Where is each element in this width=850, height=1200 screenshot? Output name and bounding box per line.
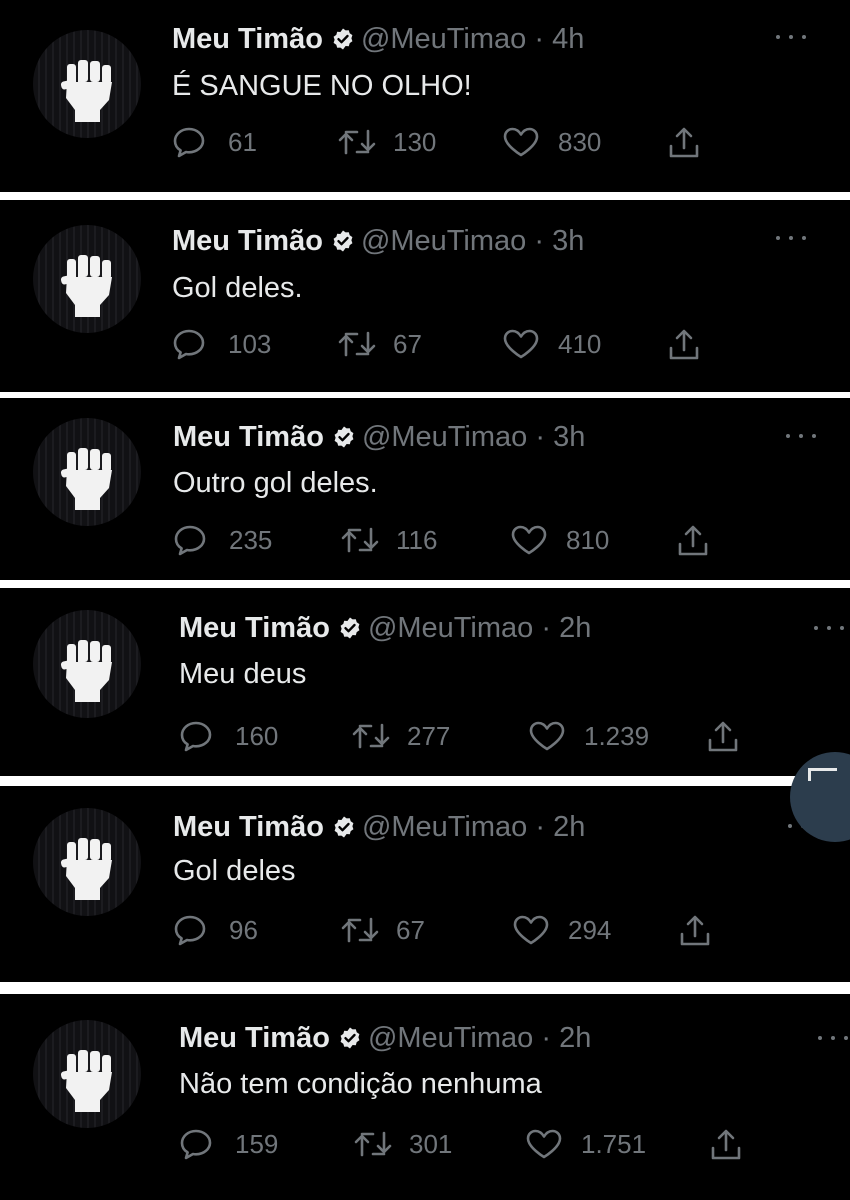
avatar[interactable] <box>33 225 141 333</box>
reply-count: 103 <box>228 329 272 359</box>
verified-badge-icon <box>332 813 356 847</box>
tweet-timestamp[interactable]: 2h <box>553 811 585 843</box>
tweet-text: Gol deles. <box>172 272 303 304</box>
tweet-timestamp[interactable]: 3h <box>553 421 585 453</box>
tweet-actions: 159 301 1.751 <box>179 1126 741 1162</box>
verified-badge-icon <box>338 1024 362 1058</box>
retweet-count: 301 <box>409 1129 453 1159</box>
tweet-header: Meu Timão @MeuTimao · 2h <box>179 611 591 645</box>
tweet-actions: 61 130 830 <box>172 124 732 160</box>
tweet-header: Meu Timão @MeuTimao · 2h <box>173 810 585 844</box>
tweet-actions: 235 116 810 <box>173 522 733 558</box>
like-count: 1.751 <box>581 1129 647 1159</box>
tweet-header: Meu Timão @MeuTimao · 4h <box>172 22 584 56</box>
retweet-count: 67 <box>396 915 425 945</box>
user-handle[interactable]: @MeuTimao <box>361 23 526 55</box>
separator: · <box>534 225 545 257</box>
tweet-timestamp[interactable]: 4h <box>552 23 584 55</box>
separator: · <box>534 23 545 55</box>
avatar[interactable] <box>33 610 141 718</box>
display-name[interactable]: Meu Timão <box>179 612 330 644</box>
like-count: 1.239 <box>584 721 650 751</box>
more-icon[interactable] <box>814 622 850 634</box>
avatar[interactable] <box>33 1020 141 1128</box>
separator: · <box>541 1022 552 1054</box>
tweet-header: Meu Timão @MeuTimao · 3h <box>173 420 585 454</box>
reply-count: 61 <box>228 127 257 157</box>
tweet-actions: 160 277 1.239 <box>179 718 739 754</box>
tweet-header: Meu Timão @MeuTimao · 3h <box>172 224 584 258</box>
reply-count: 160 <box>235 721 279 751</box>
separator: · <box>535 811 546 843</box>
retweet-count: 277 <box>407 721 451 751</box>
reply-count: 159 <box>235 1129 279 1159</box>
tweet-timestamp[interactable]: 2h <box>559 612 591 644</box>
avatar[interactable] <box>33 418 141 526</box>
more-icon[interactable] <box>786 430 822 442</box>
verified-badge-icon <box>331 227 355 261</box>
reply-count: 96 <box>229 915 258 945</box>
tweet-actions: 96 67 294 <box>173 912 733 948</box>
expand-icon <box>808 768 837 781</box>
avatar[interactable] <box>33 808 141 916</box>
tweet-timestamp[interactable]: 3h <box>552 225 584 257</box>
tweet-actions: 103 67 410 <box>172 326 732 362</box>
more-icon[interactable] <box>818 1032 850 1044</box>
verified-badge-icon <box>331 25 355 59</box>
retweet-count: 67 <box>393 329 422 359</box>
verified-badge-icon <box>332 423 356 457</box>
tweet-timestamp[interactable]: 2h <box>559 1022 591 1054</box>
tweet-text: Meu deus <box>179 658 307 690</box>
separator: · <box>541 612 552 644</box>
display-name[interactable]: Meu Timão <box>179 1022 330 1054</box>
user-handle[interactable]: @MeuTimao <box>362 421 527 453</box>
avatar[interactable] <box>33 30 141 138</box>
like-count: 810 <box>566 525 610 555</box>
user-handle[interactable]: @MeuTimao <box>368 612 533 644</box>
user-handle[interactable]: @MeuTimao <box>362 811 527 843</box>
tweet-text: Gol deles <box>173 855 296 887</box>
display-name[interactable]: Meu Timão <box>173 811 324 843</box>
tweet-text: Não tem condição nenhuma <box>179 1068 542 1100</box>
user-handle[interactable]: @MeuTimao <box>368 1022 533 1054</box>
display-name[interactable]: Meu Timão <box>172 23 323 55</box>
display-name[interactable]: Meu Timão <box>172 225 323 257</box>
like-count: 410 <box>558 329 602 359</box>
tweet-header: Meu Timão @MeuTimao · 2h <box>179 1021 591 1055</box>
display-name[interactable]: Meu Timão <box>173 421 324 453</box>
retweet-count: 116 <box>396 525 438 555</box>
verified-badge-icon <box>338 614 362 648</box>
like-count: 830 <box>558 127 602 157</box>
tweet-text: Outro gol deles. <box>173 467 378 499</box>
like-count: 294 <box>568 915 612 945</box>
more-icon[interactable] <box>776 31 812 43</box>
reply-count: 235 <box>229 525 273 555</box>
more-icon[interactable] <box>776 232 812 244</box>
user-handle[interactable]: @MeuTimao <box>361 225 526 257</box>
tweet-text: É SANGUE NO OLHO! <box>172 70 472 102</box>
retweet-count: 130 <box>393 127 437 157</box>
separator: · <box>535 421 546 453</box>
